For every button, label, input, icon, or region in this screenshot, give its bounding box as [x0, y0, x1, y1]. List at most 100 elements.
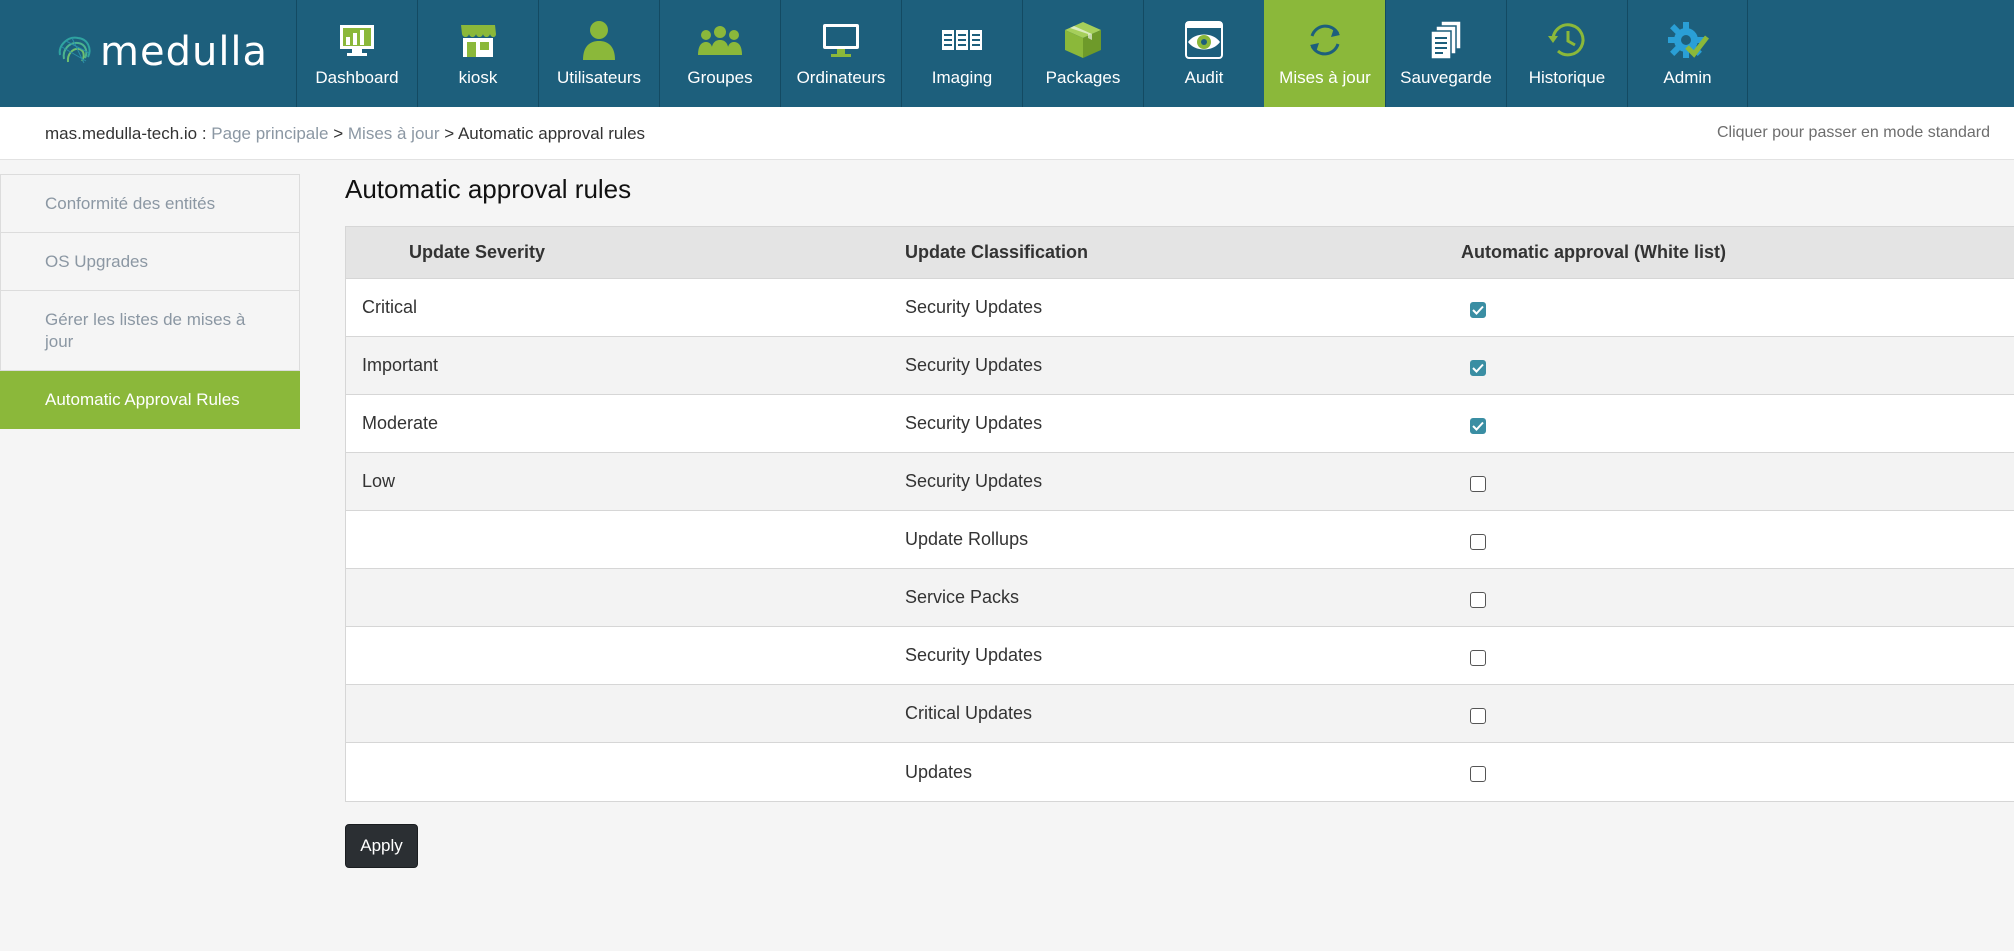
nav-label: Groupes: [687, 68, 753, 87]
sidebar-item-conformite[interactable]: Conformité des entités: [0, 174, 300, 233]
table-row: Update Rollups: [346, 511, 2014, 569]
medulla-logo[interactable]: medulla: [56, 22, 269, 82]
sidebar-item-label: Automatic Approval Rules: [45, 389, 240, 409]
breadcrumb: mas.medulla-tech.io : Page principale > …: [45, 124, 645, 144]
approval-checkbox[interactable]: [1470, 475, 1486, 492]
breadcrumb-host: mas.medulla-tech.io: [45, 124, 198, 143]
approval-cell: [1461, 356, 1861, 376]
approval-cell: [1461, 298, 1861, 318]
nav-imaging[interactable]: Imaging: [901, 0, 1022, 107]
approval-cell: [1461, 762, 1861, 782]
table-row: Service Packs: [346, 569, 2014, 627]
classification-cell: Security Updates: [905, 413, 1043, 433]
table-row: Moderate Security Updates: [346, 395, 2014, 453]
approval-cell: [1461, 472, 1861, 492]
approval-checkbox[interactable]: [1470, 707, 1486, 724]
audit-eye-icon: [1182, 18, 1226, 62]
sidebar-item-label: OS Upgrades: [45, 251, 148, 271]
sidebar: Conformité des entités OS Upgrades Gérer…: [0, 174, 300, 429]
approval-checkbox[interactable]: [1470, 766, 1486, 782]
breadcrumb-bar: mas.medulla-tech.io : Page principale > …: [0, 107, 2014, 160]
sidebar-item-label: Conformité des entités: [45, 193, 216, 213]
approval-checkbox[interactable]: [1470, 649, 1486, 666]
severity-cell: Low: [362, 471, 396, 491]
breadcrumb-home-link[interactable]: Page principale: [211, 124, 328, 143]
approval-cell: [1461, 704, 1861, 724]
table-row: Security Updates: [346, 627, 2014, 685]
standard-mode-link[interactable]: Cliquer pour passer en mode standard: [1717, 124, 1990, 142]
nav-label: kiosk: [458, 68, 498, 87]
imaging-icon: [940, 18, 984, 62]
nav-kiosk[interactable]: kiosk: [417, 0, 538, 107]
column-header-classification[interactable]: Update Classification: [905, 242, 1461, 263]
kiosk-store-icon: [456, 18, 500, 62]
nav-label: Dashboard: [315, 68, 399, 87]
breadcrumb-separator: :: [197, 124, 212, 143]
package-icon: [1061, 18, 1105, 62]
approval-checkbox[interactable]: [1470, 359, 1486, 376]
approval-checkbox[interactable]: [1470, 533, 1486, 550]
dashboard-icon: [335, 18, 379, 62]
nav-admin[interactable]: Admin: [1627, 0, 1748, 107]
nav-label: Utilisateurs: [556, 68, 642, 87]
table-row: Updates: [346, 743, 2014, 801]
column-header-approval[interactable]: Automatic approval (White list): [1461, 242, 1861, 263]
table-row: Critical Updates: [346, 685, 2014, 743]
top-navigation-bar: medulla Dashboard kiosk Utilisateurs Gro…: [0, 0, 2014, 107]
classification-cell: Security Updates: [905, 471, 1043, 491]
nav-label: Audit: [1184, 68, 1224, 87]
check-icon: [1472, 421, 1484, 431]
approval-checkbox[interactable]: [1470, 417, 1486, 434]
approval-checkbox[interactable]: [1470, 591, 1486, 608]
classification-cell: Security Updates: [905, 355, 1043, 375]
history-clock-icon: [1545, 18, 1589, 62]
table-body: Critical Security Updates Important Securit…: [346, 279, 2014, 801]
nav-mises-a-jour[interactable]: Mises à jour: [1264, 0, 1385, 107]
nav-ordinateurs[interactable]: Ordinateurs: [780, 0, 901, 107]
table-row: Important Security Updates: [346, 337, 2014, 395]
sidebar-item-update-lists[interactable]: Gérer les listes de mises à jour: [0, 291, 300, 371]
check-icon: [1472, 363, 1484, 373]
severity-cell: Important: [362, 355, 439, 375]
nav-groupes[interactable]: Groupes: [659, 0, 780, 107]
main-nav: Dashboard kiosk Utilisateurs Groupes Ord…: [296, 0, 1748, 107]
classification-cell: Security Updates: [905, 645, 1043, 665]
admin-gear-icon: [1666, 18, 1710, 62]
approval-cell: [1461, 530, 1861, 550]
severity-cell: Critical: [362, 297, 418, 317]
approval-rules-table: Update Severity Update Classification Au…: [345, 226, 2014, 802]
breadcrumb-current: Automatic approval rules: [457, 124, 646, 143]
classification-cell: Critical Updates: [905, 703, 1033, 723]
brand-name: medulla: [100, 29, 269, 75]
nav-dashboard[interactable]: Dashboard: [296, 0, 417, 107]
classification-cell: Security Updates: [905, 297, 1043, 317]
breadcrumb-separator: >: [439, 124, 458, 143]
approval-checkbox[interactable]: [1470, 301, 1486, 318]
classification-cell: Service Packs: [905, 587, 1020, 607]
classification-cell: Updates: [905, 761, 973, 782]
monitor-icon: [819, 18, 863, 62]
table-header: Update Severity Update Classification Au…: [346, 227, 2014, 279]
apply-button[interactable]: Apply: [345, 824, 418, 868]
page-title: Automatic approval rules: [345, 174, 632, 204]
check-icon: [1472, 305, 1484, 315]
nav-historique[interactable]: Historique: [1506, 0, 1627, 107]
table-row: Critical Security Updates: [346, 279, 2014, 337]
nav-label: Mises à jour: [1279, 68, 1371, 87]
nav-packages[interactable]: Packages: [1022, 0, 1143, 107]
approval-cell: [1461, 646, 1861, 666]
sidebar-item-label: Gérer les listes de mises à jour: [45, 309, 246, 351]
sidebar-item-os-upgrades[interactable]: OS Upgrades: [0, 233, 300, 291]
nav-audit[interactable]: Audit: [1143, 0, 1264, 107]
nav-label: Admin: [1663, 68, 1712, 87]
nav-utilisateurs[interactable]: Utilisateurs: [538, 0, 659, 107]
table-row: Low Security Updates: [346, 453, 2014, 511]
backup-documents-icon: [1424, 18, 1468, 62]
nav-sauvegarde[interactable]: Sauvegarde: [1385, 0, 1506, 107]
group-icon: [698, 18, 742, 62]
nav-label: Packages: [1045, 68, 1121, 87]
sidebar-item-approval-rules[interactable]: Automatic Approval Rules: [0, 371, 300, 429]
column-header-severity[interactable]: Update Severity: [346, 242, 905, 263]
breadcrumb-updates-link[interactable]: Mises à jour: [348, 124, 440, 143]
nav-label: Ordinateurs: [796, 68, 886, 87]
